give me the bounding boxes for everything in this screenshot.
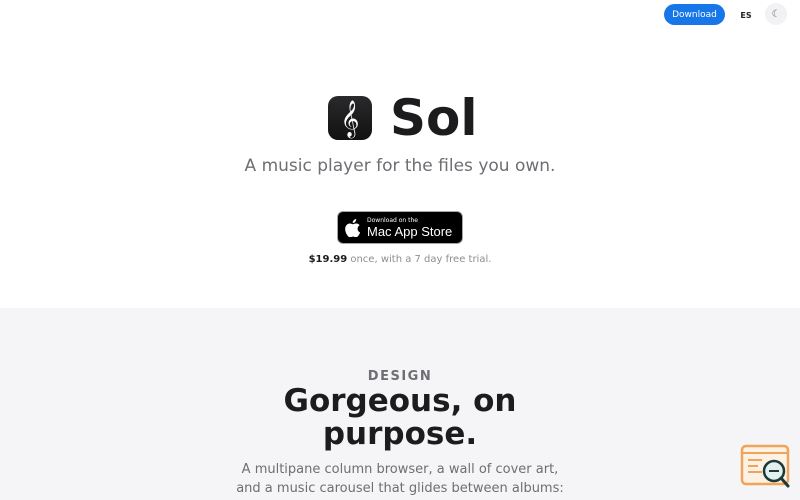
hero-section: 𝄞 Sol A music player for the files you o…: [0, 30, 800, 308]
price-note: once, with a 7 day free trial.: [347, 254, 492, 265]
tagline: A music player for the files you own.: [244, 156, 556, 176]
app-name: Sol: [390, 89, 478, 147]
language-switch[interactable]: ES: [736, 5, 756, 25]
top-nav: Download ES ☾: [0, 0, 800, 30]
section-headline: Gorgeous, on purpose.: [283, 383, 517, 452]
price-line: $19.99 once, with a 7 day free trial.: [0, 254, 800, 265]
price-value: $19.99: [308, 254, 348, 265]
treble-clef-icon: 𝄞: [328, 96, 372, 140]
store-badge-text: Download on the Mac App Store: [367, 216, 453, 239]
moon-icon: ☾: [771, 8, 781, 20]
download-button[interactable]: Download: [664, 4, 725, 25]
store-small-label: Download on the: [367, 216, 418, 224]
brand: 𝄞 Sol: [328, 93, 478, 143]
browser-search-icon[interactable]: [740, 444, 792, 492]
store-big-label: Mac App Store: [367, 223, 453, 239]
mac-app-store-badge[interactable]: Download on the Mac App Store: [337, 211, 463, 244]
theme-toggle-button[interactable]: ☾: [765, 3, 787, 25]
section-eyebrow: DESIGN: [367, 369, 433, 384]
design-section: DESIGN Gorgeous, on purpose. A multipane…: [0, 308, 800, 500]
section-body: A multipane column browser, a wall of co…: [236, 462, 564, 496]
apple-icon: [345, 218, 361, 237]
